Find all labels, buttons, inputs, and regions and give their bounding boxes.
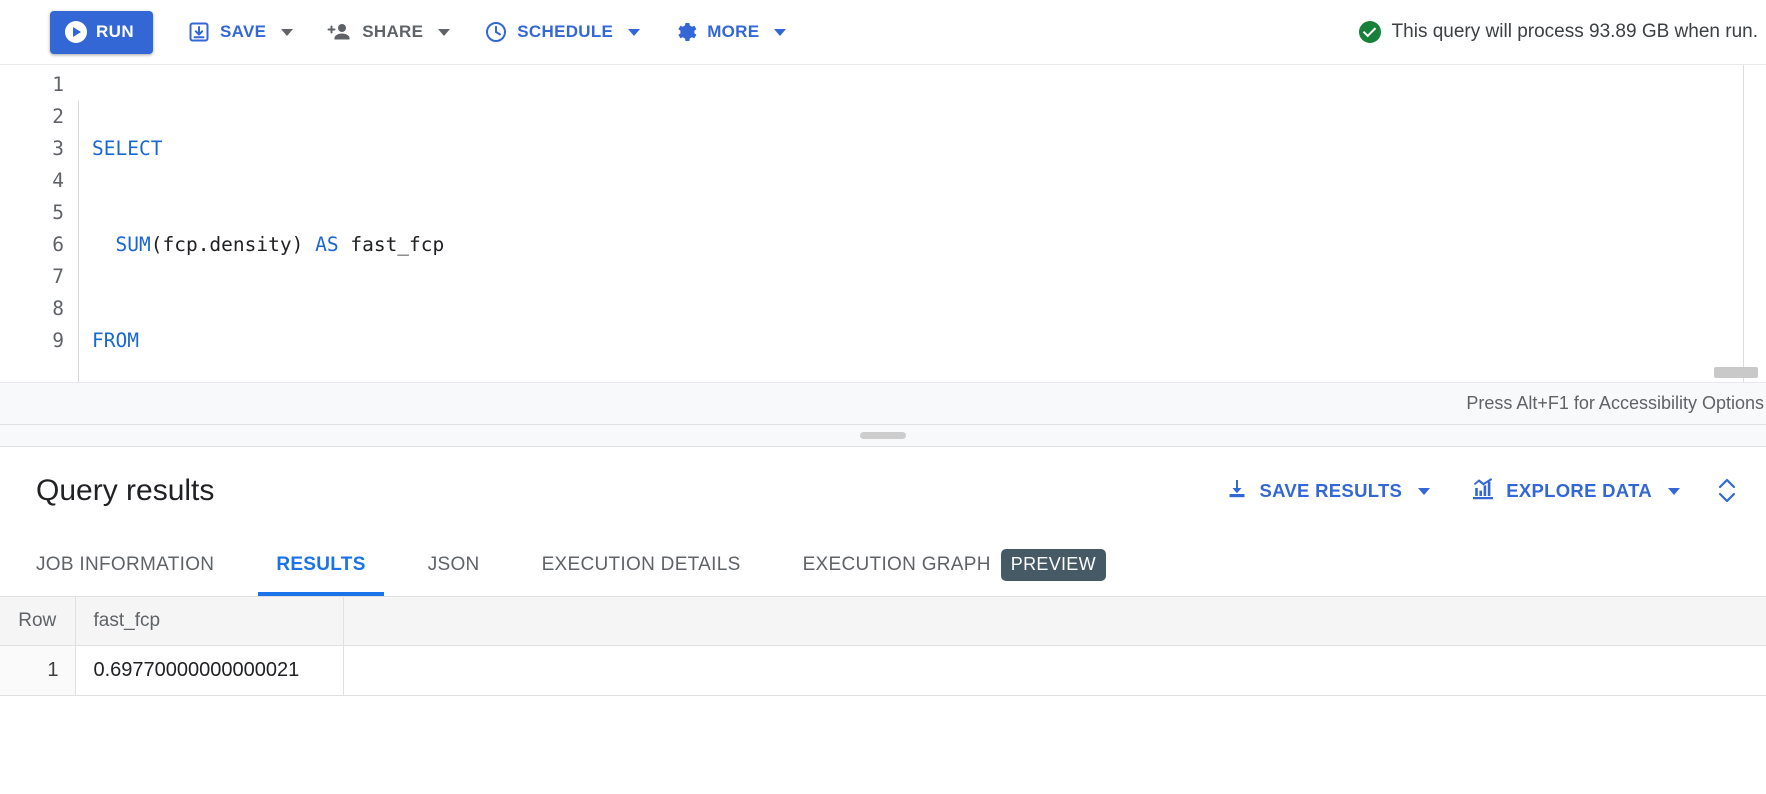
column-header-row[interactable]: Row	[0, 597, 76, 646]
explore-data-button[interactable]: EXPLORE DATA	[1464, 468, 1686, 514]
sql-editor-panel: 1 2 3 4 5 6 7 8 9 SELECT SUM(fcp.density…	[0, 65, 1766, 425]
line-number: 7	[52, 265, 64, 288]
cell-fast-fcp: 0.69770000000000021	[75, 645, 344, 696]
results-actions: SAVE RESULTS EXPLORE DATA	[1219, 468, 1752, 514]
schedule-button[interactable]: SCHEDULE	[478, 10, 646, 54]
tab-execution-details[interactable]: EXECUTION DETAILS	[542, 535, 741, 596]
panel-resize-row	[0, 425, 1766, 447]
chevron-down-icon[interactable]	[774, 28, 787, 36]
column-header-fast-fcp[interactable]: fast_fcp	[75, 597, 344, 646]
expand-collapse-button[interactable]	[1686, 475, 1752, 508]
query-toolbar: RUN SAVE SHARE SCHEDULE MORE This query …	[0, 0, 1766, 65]
person-add-icon	[327, 20, 353, 44]
line-number: 8	[52, 297, 64, 320]
editor-horizontal-scrollbar[interactable]	[1714, 367, 1758, 378]
save-results-label: SAVE RESULTS	[1259, 480, 1403, 501]
tab-label: JOB INFORMATION	[36, 553, 215, 575]
check-circle-icon	[1358, 21, 1381, 43]
run-button[interactable]: RUN	[50, 10, 154, 54]
table-row[interactable]: 1 0.69770000000000021	[0, 645, 1766, 696]
query-cost-status: This query will process 93.89 GB when ru…	[1358, 21, 1758, 43]
panel-resize-handle[interactable]	[860, 432, 906, 439]
code-line: FROM	[92, 329, 139, 352]
run-button-label: RUN	[96, 22, 135, 41]
share-button-label: SHARE	[362, 22, 424, 41]
results-table: Row fast_fcp 1 0.69770000000000021	[0, 597, 1766, 696]
sql-code-area[interactable]: SELECT SUM(fcp.density) AS fast_fcp FROM…	[78, 69, 1766, 424]
play-icon	[65, 21, 87, 43]
tab-label: EXECUTION DETAILS	[541, 553, 741, 575]
chart-icon	[1470, 477, 1496, 506]
line-number: 5	[52, 201, 64, 224]
share-button[interactable]: SHARE	[321, 10, 456, 54]
line-number: 2	[52, 105, 64, 128]
line-number: 9	[52, 329, 64, 352]
download-icon	[1225, 477, 1249, 506]
editor-vertical-divider	[1743, 65, 1744, 382]
tab-job-information[interactable]: JOB INFORMATION	[36, 535, 214, 596]
cell-filler	[343, 645, 1766, 696]
tab-execution-graph[interactable]: EXECUTION GRAPH PREVIEW	[803, 535, 1106, 596]
results-tabs: JOB INFORMATION RESULTS JSON EXECUTION D…	[0, 535, 1766, 597]
chevron-down-icon[interactable]	[628, 28, 641, 36]
tab-label: EXECUTION GRAPH	[802, 553, 991, 575]
save-button-label: SAVE	[220, 22, 267, 41]
accessibility-hint: Press Alt+F1 for Accessibility Options	[1466, 393, 1764, 413]
chevron-down-icon[interactable]	[1418, 487, 1431, 495]
more-button-label: MORE	[707, 22, 760, 41]
line-number: 6	[52, 233, 64, 256]
chevron-down-icon[interactable]	[281, 28, 294, 36]
column-header-filler	[343, 597, 1766, 646]
save-results-button[interactable]: SAVE RESULTS	[1219, 468, 1436, 514]
line-number: 1	[52, 73, 64, 96]
gear-icon	[674, 20, 698, 44]
line-number: 4	[52, 169, 64, 192]
query-results-header: Query results SAVE RESULTS EXPLORE DATA	[0, 447, 1766, 535]
chevron-down-icon[interactable]	[438, 28, 451, 36]
table-header-row: Row fast_fcp	[0, 597, 1766, 646]
code-line: SUM(fcp.density) AS fast_fcp	[115, 233, 445, 256]
line-number-gutter: 1 2 3 4 5 6 7 8 9	[0, 69, 78, 424]
more-button[interactable]: MORE	[668, 10, 792, 54]
save-button[interactable]: SAVE	[181, 10, 299, 54]
clock-icon	[484, 20, 508, 44]
chevron-down-icon[interactable]	[1668, 487, 1680, 495]
sql-editor[interactable]: 1 2 3 4 5 6 7 8 9 SELECT SUM(fcp.density…	[0, 65, 1766, 424]
cell-row-number: 1	[0, 645, 76, 696]
tab-results[interactable]: RESULTS	[258, 535, 385, 596]
tab-label: RESULTS	[276, 553, 366, 575]
save-icon	[187, 20, 211, 44]
line-number: 3	[52, 137, 64, 160]
page-title: Query results	[36, 474, 215, 507]
unfold-more-icon	[1716, 475, 1738, 508]
query-cost-text: This query will process 93.89 GB when ru…	[1391, 21, 1758, 42]
editor-footer: Press Alt+F1 for Accessibility Options	[0, 382, 1766, 424]
preview-badge: PREVIEW	[1000, 548, 1106, 581]
code-line: SELECT	[92, 137, 163, 160]
explore-data-label: EXPLORE DATA	[1506, 480, 1652, 501]
tab-json[interactable]: JSON	[428, 535, 480, 596]
tab-label: JSON	[427, 553, 480, 575]
schedule-button-label: SCHEDULE	[517, 22, 614, 41]
